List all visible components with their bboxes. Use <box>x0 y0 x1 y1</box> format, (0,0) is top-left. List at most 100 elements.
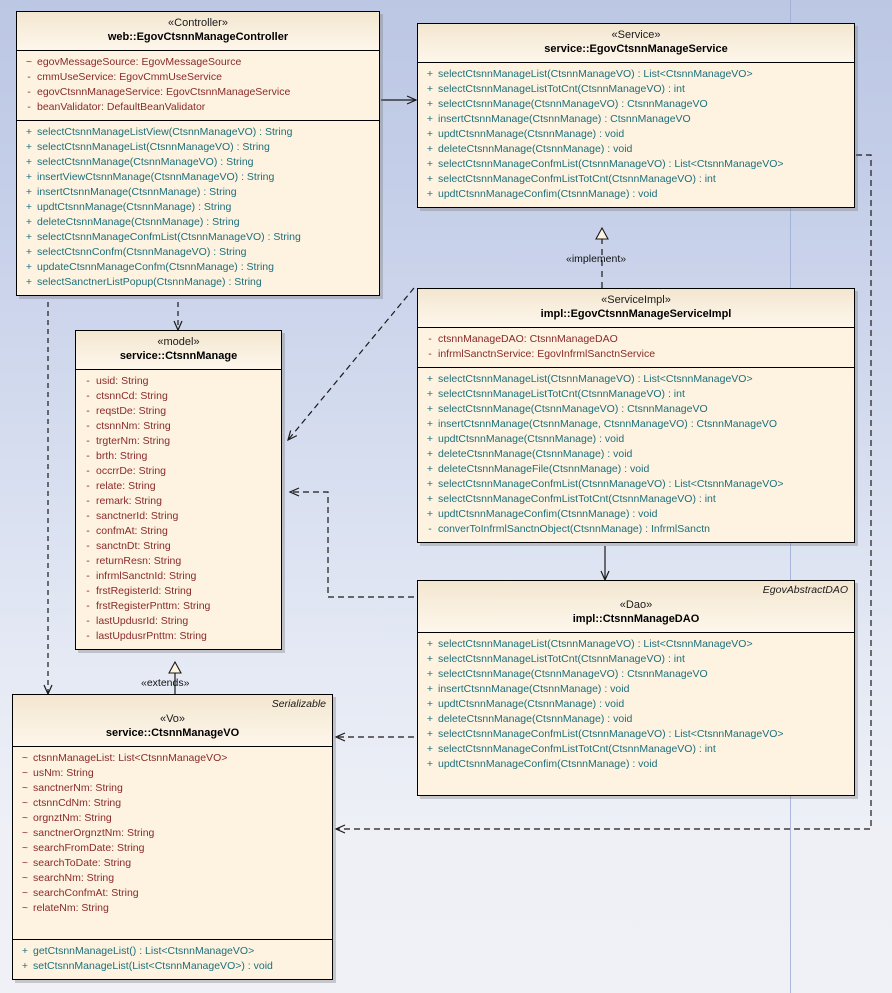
attribute-text: occrrDe: String <box>96 465 167 477</box>
controller-name: web::EgovCtsnnManageController <box>107 31 289 43</box>
class-box-service[interactable]: «Service» service::EgovCtsnnManageServic… <box>417 23 855 208</box>
visibility-marker: - <box>27 86 31 98</box>
method-row: + selectCtsnnManageListView(CtsnnManageVO… <box>21 125 375 140</box>
method-text: selectCtsnnManageListTotCnt(CtsnnManageV… <box>438 388 685 400</box>
attribute-row: ~ sanctnerNm: String <box>17 781 328 796</box>
method-row: + selectCtsnnConfm(CtsnnManageVO) : Strin… <box>21 245 375 260</box>
dao-name: impl::CtsnnManageDAO <box>572 613 700 625</box>
method-row: + updateCtsnnManageConfm(CtsnnManage) : S… <box>21 260 375 275</box>
attribute-text: egovMessageSource: EgovMessageSource <box>37 56 242 68</box>
method-text: selectCtsnnManageListView(CtsnnManageVO)… <box>37 126 293 138</box>
method-row: + getCtsnnManageList() : List<CtsnnManage… <box>17 944 328 959</box>
attribute-text: usNm: String <box>33 767 94 779</box>
method-row: + updtCtsnnManageConfim(CtsnnManage) : vo… <box>422 187 850 202</box>
visibility-marker: + <box>426 728 434 740</box>
visibility-marker: - <box>86 555 90 567</box>
method-text: insertCtsnnManage(CtsnnManage, CtsnnMana… <box>438 418 778 430</box>
vo-attr-spacer <box>17 916 328 934</box>
method-row: + selectCtsnnManage(CtsnnManageVO) : Ctsn… <box>422 402 850 417</box>
class-box-vo[interactable]: Serializable «Vo» service::CtsnnManageVO… <box>12 694 333 980</box>
attribute-row: - lastUpdusrId: String <box>80 614 277 629</box>
method-text: selectSanctnerListPopup(CtsnnManage) : S… <box>37 276 262 288</box>
service-methods: + selectCtsnnManageList(CtsnnManageVO) : … <box>418 63 854 207</box>
visibility-marker: - <box>86 435 90 447</box>
method-text: updtCtsnnManage(CtsnnManage) : String <box>37 201 232 213</box>
visibility-marker: - <box>86 450 90 462</box>
visibility-marker: + <box>426 638 434 650</box>
visibility-marker: + <box>426 68 434 80</box>
attribute-text: infrmlSanctnId: String <box>96 570 197 582</box>
method-row: + selectCtsnnManageList(CtsnnManageVO) : … <box>422 372 850 387</box>
visibility-marker: ~ <box>21 812 29 824</box>
visibility-marker: + <box>25 141 33 153</box>
connector-serviceimpl-to-model <box>287 287 415 442</box>
visibility-marker: - <box>86 465 90 477</box>
method-row: + updtCtsnnManage(CtsnnManage) : void <box>422 432 850 447</box>
method-text: selectCtsnnConfm(CtsnnManageVO) : String <box>37 246 247 258</box>
visibility-marker: ~ <box>21 887 29 899</box>
class-box-model[interactable]: «model» service::CtsnnManage - usid: Stri… <box>75 330 282 650</box>
visibility-marker: ~ <box>21 767 29 779</box>
method-row: + insertCtsnnManage(CtsnnManage, CtsnnMan… <box>422 417 850 432</box>
visibility-marker: + <box>426 418 434 430</box>
connector-label-extends: «extends» <box>141 677 190 689</box>
dao-spacer <box>422 772 850 790</box>
model-stereotype: «model» <box>157 336 200 348</box>
visibility-marker: + <box>426 653 434 665</box>
attribute-row: - returnResn: String <box>80 554 277 569</box>
attribute-row: - frstRegisterId: String <box>80 584 277 599</box>
visibility-marker: ~ <box>21 902 29 914</box>
method-row: + updtCtsnnManage(CtsnnManage) : String <box>21 200 375 215</box>
method-text: selectCtsnnManageConfmListTotCnt(CtsnnMa… <box>438 493 716 505</box>
attribute-row: ~ ctsnnCdNm: String <box>17 796 328 811</box>
method-text: selectCtsnnManageList(CtsnnManageVO) : S… <box>37 141 270 153</box>
method-text: insertCtsnnManage(CtsnnManage) : CtsnnMa… <box>438 113 691 125</box>
visibility-marker: - <box>86 615 90 627</box>
method-text: selectCtsnnManageConfmList(CtsnnManageVO… <box>37 231 301 243</box>
attribute-text: ctsnnCdNm: String <box>33 797 122 809</box>
attribute-text: cmmUseService: EgovCmmUseService <box>37 71 222 83</box>
method-row: + selectCtsnnManageConfmListTotCnt(CtsnnM… <box>422 492 850 507</box>
method-text: updtCtsnnManage(CtsnnManage) : void <box>438 698 625 710</box>
attribute-row: - infrmlSanctnId: String <box>80 569 277 584</box>
visibility-marker: - <box>428 348 432 360</box>
visibility-marker: - <box>86 420 90 432</box>
method-row: + selectSanctnerListPopup(CtsnnManage) : … <box>21 275 375 290</box>
visibility-marker: + <box>426 478 434 490</box>
visibility-marker: - <box>86 390 90 402</box>
visibility-marker: ~ <box>21 827 29 839</box>
method-text: deleteCtsnnManage(CtsnnManage) : String <box>37 216 240 228</box>
attribute-text: lastUpdusrId: String <box>96 615 189 627</box>
visibility-marker: + <box>426 743 434 755</box>
visibility-marker: + <box>426 493 434 505</box>
attribute-row: ~ searchFromDate: String <box>17 841 328 856</box>
visibility-marker: + <box>426 508 434 520</box>
vo-name: service::CtsnnManageVO <box>105 727 240 739</box>
class-box-controller[interactable]: «Controller» web::EgovCtsnnManageControl… <box>16 11 380 296</box>
visibility-marker: + <box>426 668 434 680</box>
method-text: selectCtsnnManageListTotCnt(CtsnnManageV… <box>438 653 685 665</box>
method-text: updtCtsnnManage(CtsnnManage) : void <box>438 128 625 140</box>
class-box-serviceimpl[interactable]: «ServiceImpl» impl::EgovCtsnnManageServi… <box>417 288 855 543</box>
visibility-marker: + <box>426 683 434 695</box>
attribute-row: - occrrDe: String <box>80 464 277 479</box>
visibility-marker: + <box>25 126 33 138</box>
visibility-marker: + <box>25 216 33 228</box>
attribute-row: ~ egovMessageSource: EgovMessageSource <box>21 55 375 70</box>
visibility-marker: + <box>426 128 434 140</box>
method-row: + deleteCtsnnManageFile(CtsnnManage) : vo… <box>422 462 850 477</box>
attribute-row: ~ relateNm: String <box>17 901 328 916</box>
class-box-dao[interactable]: EgovAbstractDAO «Dao» impl::CtsnnManageD… <box>417 580 855 796</box>
attribute-row: ~ searchToDate: String <box>17 856 328 871</box>
method-row: + selectCtsnnManageListTotCnt(CtsnnManage… <box>422 387 850 402</box>
method-text: insertCtsnnManage(CtsnnManage) : void <box>438 683 630 695</box>
visibility-marker: + <box>426 113 434 125</box>
attribute-text: sanctnerOrgnztNm: String <box>33 827 155 839</box>
visibility-marker: + <box>25 171 33 183</box>
attribute-text: remark: String <box>96 495 162 507</box>
method-text: selectCtsnnManageConfmList(CtsnnManageVO… <box>438 158 784 170</box>
method-row: + updtCtsnnManage(CtsnnManage) : void <box>422 127 850 142</box>
visibility-marker: + <box>426 83 434 95</box>
visibility-marker: - <box>27 101 31 113</box>
attribute-row: ~ sanctnerOrgnztNm: String <box>17 826 328 841</box>
